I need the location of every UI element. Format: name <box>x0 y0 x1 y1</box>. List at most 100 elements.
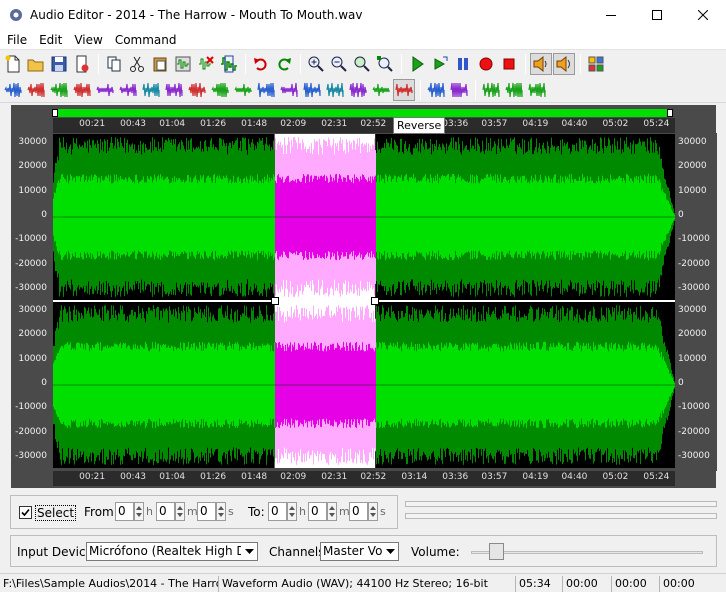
view-range-bar[interactable] <box>55 109 671 117</box>
to-hours-spinner[interactable] <box>287 502 297 521</box>
from-minutes-input[interactable]: 0 <box>156 502 175 521</box>
maximize-icon <box>652 10 662 20</box>
fade-in-button[interactable] <box>2 79 24 101</box>
copy-button[interactable] <box>103 53 125 75</box>
volume-slider-track[interactable] <box>471 551 703 554</box>
undo-icon <box>254 58 267 71</box>
channel-left-waveform[interactable] <box>53 134 675 300</box>
range-end-handle[interactable] <box>667 109 673 117</box>
range-start-handle[interactable] <box>52 109 58 117</box>
zoom-out-button[interactable] <box>328 53 350 75</box>
paste-button[interactable] <box>149 53 171 75</box>
properties-button[interactable] <box>71 53 93 75</box>
save-button[interactable] <box>48 53 70 75</box>
checkmark-icon <box>21 508 30 517</box>
filter-button[interactable] <box>347 79 369 101</box>
redo-button[interactable] <box>273 53 295 75</box>
to-minutes-spinner[interactable] <box>327 502 337 521</box>
stereo-left-icon <box>427 82 445 97</box>
time-tick-label: 04:40 <box>561 472 588 482</box>
selection-panel: Select From: 0 h 0 m 0 s To: 0 h 0 m 0 s <box>10 495 398 529</box>
close-button[interactable] <box>680 0 726 30</box>
insert-silence-icon <box>188 82 206 97</box>
delay-icon <box>280 82 298 97</box>
trim-silence-button[interactable] <box>209 79 231 101</box>
pitch-button[interactable] <box>526 79 548 101</box>
menu-file[interactable]: File <box>0 30 33 50</box>
new-file-button[interactable] <box>2 53 24 75</box>
from-hours-spinner[interactable] <box>134 502 144 521</box>
to-hours-input[interactable]: 0 <box>268 502 287 521</box>
fade-out-button[interactable] <box>25 79 47 101</box>
chevron-down-icon[interactable] <box>382 543 398 560</box>
time-tick-label: 01:26 <box>200 119 227 129</box>
echo-button[interactable] <box>117 79 139 101</box>
input-device-select[interactable]: Micrófono (Realtek High Definiti <box>86 542 258 561</box>
channels-select[interactable]: Master Volu <box>320 542 399 561</box>
to-seconds-input[interactable]: 0 <box>349 502 368 521</box>
from-hours-input[interactable]: 0 <box>115 502 134 521</box>
paste-mix-button[interactable] <box>172 53 194 75</box>
normalize-button[interactable] <box>71 79 93 101</box>
zoom-selection-button[interactable] <box>351 53 373 75</box>
time-tick-label: 01:48 <box>241 119 268 129</box>
speaker-right-button[interactable] <box>553 53 575 75</box>
equalizer-button[interactable] <box>324 79 346 101</box>
undo-button[interactable] <box>250 53 272 75</box>
reverb-button[interactable] <box>140 79 162 101</box>
time-ruler-top[interactable]: 00:21 00:43 01:04 01:26 01:48 02:09 02:31 02:52… <box>53 118 675 133</box>
selection-end-handle[interactable] <box>371 297 380 305</box>
cut-button[interactable] <box>126 53 148 75</box>
zoom-in-button[interactable] <box>305 53 327 75</box>
toolbar-separator <box>525 54 526 74</box>
delay-button[interactable] <box>278 79 300 101</box>
stereo-right-button[interactable] <box>448 79 470 101</box>
tempo-button[interactable] <box>503 79 525 101</box>
play-loop-button[interactable] <box>429 53 451 75</box>
chorus-button[interactable] <box>232 79 254 101</box>
insert-silence-button[interactable] <box>186 79 208 101</box>
time-ruler-bottom[interactable]: 00:21 00:43 01:04 01:26 01:48 02:09 02:31 02:52… <box>53 471 675 486</box>
menu-command[interactable]: Command <box>109 30 183 50</box>
record-button[interactable] <box>475 53 497 75</box>
speaker-left-button[interactable] <box>530 53 552 75</box>
from-seconds-spinner[interactable] <box>216 502 226 521</box>
minimize-button[interactable] <box>588 0 634 30</box>
selection-start-handle[interactable] <box>270 297 279 305</box>
to-minutes-input[interactable]: 0 <box>308 502 327 521</box>
invert-button[interactable] <box>370 79 392 101</box>
waveform-editor[interactable]: 00:21 00:43 01:04 01:26 01:48 02:09 02:31 02:52… <box>11 105 717 488</box>
play-button[interactable] <box>406 53 428 75</box>
phaser-button[interactable] <box>301 79 323 101</box>
stereo-left-button[interactable] <box>425 79 447 101</box>
channel-right-waveform[interactable] <box>53 302 675 468</box>
from-minutes-spinner[interactable] <box>175 502 185 521</box>
speaker-right-icon <box>556 55 570 73</box>
menu-edit[interactable]: Edit <box>33 30 68 50</box>
flanger-button[interactable] <box>255 79 277 101</box>
time-tick-label: 05:02 <box>602 119 629 129</box>
reverse-button[interactable] <box>393 78 415 101</box>
open-folder-button[interactable] <box>25 53 47 75</box>
trim-button[interactable] <box>218 53 240 75</box>
select-label[interactable]: Select <box>35 505 77 521</box>
stop-button[interactable] <box>498 53 520 75</box>
noise-button[interactable] <box>163 79 185 101</box>
from-label: From: <box>84 505 118 519</box>
volume-slider-thumb[interactable] <box>489 543 505 560</box>
channel-mix-button[interactable] <box>480 79 502 101</box>
chevron-down-icon[interactable] <box>241 543 257 560</box>
to-seconds-spinner[interactable] <box>368 502 378 521</box>
maximize-button[interactable] <box>634 0 680 30</box>
settings-button[interactable] <box>585 53 607 75</box>
zoom-all-button[interactable] <box>374 53 396 75</box>
pause-button[interactable] <box>452 53 474 75</box>
amplify-button[interactable] <box>48 79 70 101</box>
menu-view[interactable]: View <box>68 30 108 50</box>
select-checkbox[interactable] <box>19 506 32 519</box>
time-tick-label: 03:36 <box>442 119 469 129</box>
equalizer-icon <box>326 82 344 97</box>
delete-button[interactable] <box>195 53 217 75</box>
from-seconds-input[interactable]: 0 <box>197 502 216 521</box>
compressor-button[interactable] <box>94 79 116 101</box>
